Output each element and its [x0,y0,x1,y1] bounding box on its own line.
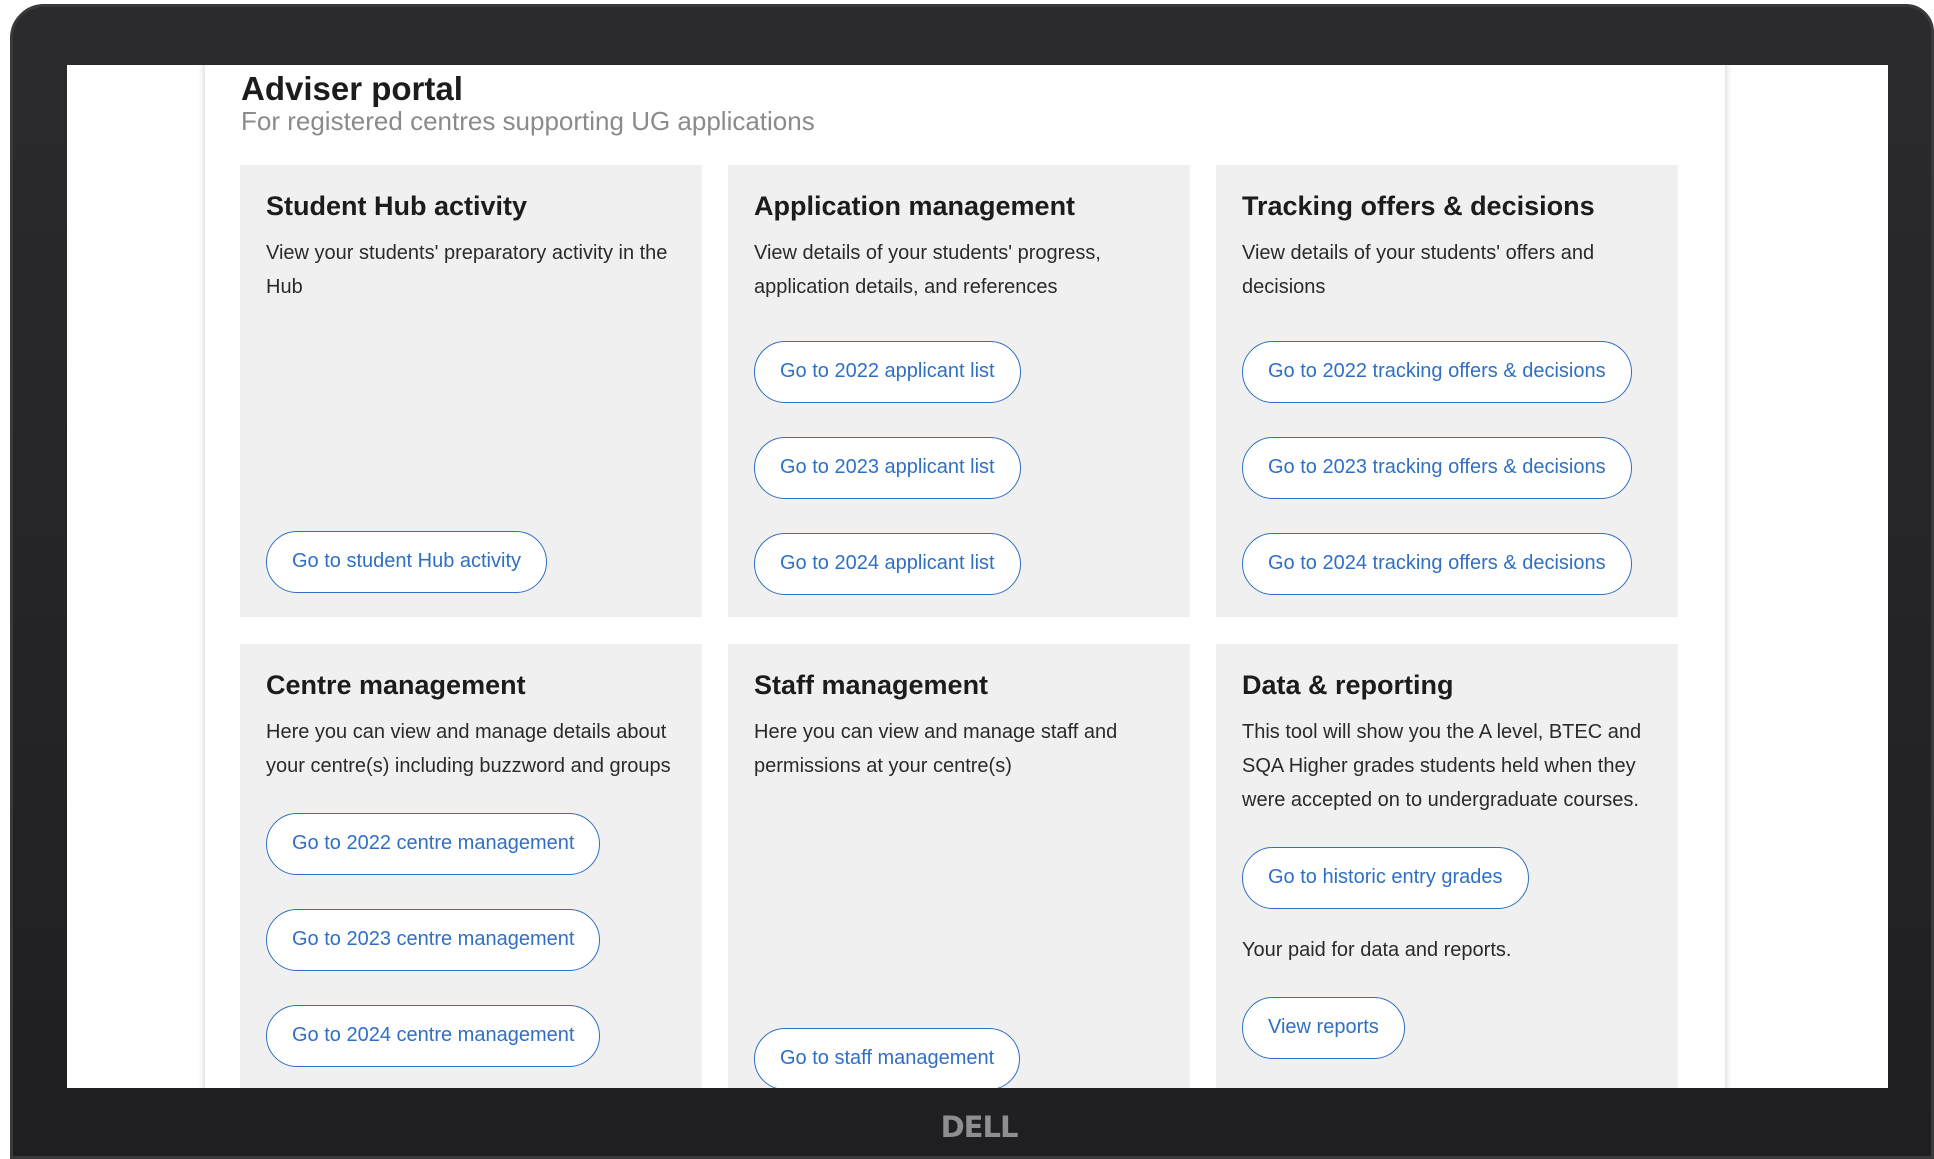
button-group: Go to 2022 centre management Go to 2023 … [266,813,676,1067]
card-description: View your students' preparatory activity… [266,242,668,298]
view-reports-button[interactable]: View reports [1242,997,1405,1059]
card-centre-management: Centre management Here you can view and … [240,644,702,1088]
centre-management-2022-button[interactable]: Go to 2022 centre management [266,813,601,875]
card-staff-management: Staff management Here you can view and m… [728,644,1190,1088]
go-to-student-hub-activity-button[interactable]: Go to student Hub activity [266,531,548,593]
centre-management-2023-button[interactable]: Go to 2023 centre management [266,909,601,971]
paid-data-note: Your paid for data and reports. [1242,939,1512,961]
dell-logo: DELL [940,1110,1019,1144]
card-student-hub-activity: Student Hub activity View your students'… [240,165,702,617]
applicant-list-2022-button[interactable]: Go to 2022 applicant list [754,341,1021,403]
page-title: Adviser portal [241,70,463,107]
tracking-offers-2024-button[interactable]: Go to 2024 tracking offers & decisions [1242,533,1632,595]
button-group: Go to 2022 applicant list Go to 2023 app… [754,341,1164,595]
button-group: Go to staff management [754,1028,1164,1088]
page-subtitle: For registered centres supporting UG app… [241,106,815,136]
button-group: Go to historic entry grades [1242,847,1652,909]
button-group: Go to 2022 tracking offers & decisions G… [1242,341,1652,595]
card-title: Tracking offers & decisions [1242,191,1595,221]
card-title: Centre management [266,670,526,700]
card-title: Staff management [754,670,989,700]
monitor-screen: Adviser portal For registered centres su… [67,65,1888,1088]
centre-management-2024-button[interactable]: Go to 2024 centre management [266,1005,601,1067]
tracking-offers-2023-button[interactable]: Go to 2023 tracking offers & decisions [1242,437,1632,499]
card-title: Application management [754,191,1076,221]
button-group: Go to student Hub activity [266,531,676,593]
applicant-list-2024-button[interactable]: Go to 2024 applicant list [754,533,1021,595]
card-description: View details of your students' progress,… [754,242,1101,298]
card-grid: Student Hub activity View your students'… [240,165,1678,1088]
card-description: Here you can view and manage details abo… [266,721,671,777]
historic-entry-grades-button[interactable]: Go to historic entry grades [1242,847,1529,909]
card-data-reporting: Data & reporting This tool will show you… [1216,644,1678,1088]
card-description: This tool will show you the A level, BTE… [1242,721,1642,811]
button-group: View reports [1242,997,1652,1059]
card-title: Data & reporting [1242,670,1454,700]
card-application-management: Application management View details of y… [728,165,1190,617]
card-title: Student Hub activity [266,191,528,221]
applicant-list-2023-button[interactable]: Go to 2023 applicant list [754,437,1021,499]
go-to-staff-management-button[interactable]: Go to staff management [754,1028,1021,1088]
card-tracking-offers-decisions: Tracking offers & decisions View details… [1216,165,1678,617]
tracking-offers-2022-button[interactable]: Go to 2022 tracking offers & decisions [1242,341,1632,403]
card-description: Here you can view and manage staff and p… [754,721,1118,777]
card-description: View details of your students' offers an… [1242,242,1595,298]
